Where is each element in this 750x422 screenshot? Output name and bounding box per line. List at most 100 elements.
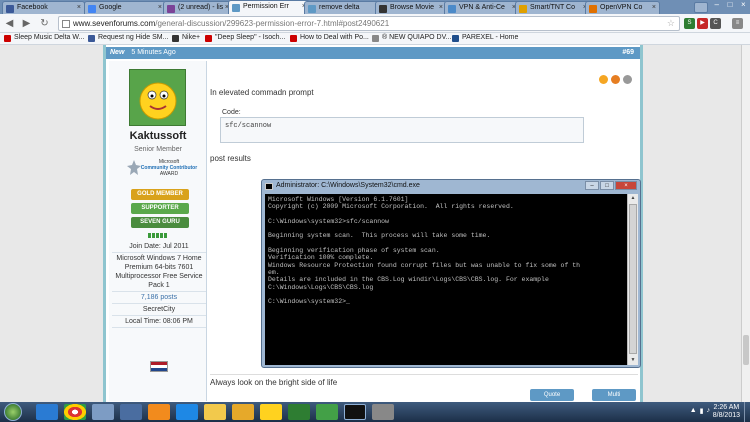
page-icon <box>62 20 70 28</box>
maximize-icon[interactable]: □ <box>600 181 614 190</box>
vlc-taskbar-icon[interactable] <box>148 404 170 420</box>
tab-facebook[interactable]: Facebook × <box>2 1 85 14</box>
back-icon[interactable]: ◀ <box>3 17 16 30</box>
cmd-icon <box>265 183 273 190</box>
network-icon[interactable]: ▮ <box>700 407 704 415</box>
bookmark-label: How to Deal with Po... <box>300 34 369 41</box>
tab-browse-movie[interactable]: Browse Movie × <box>375 1 447 14</box>
app-taskbar-icon[interactable] <box>92 404 114 420</box>
tray-arrow-icon[interactable]: ▲ <box>690 407 697 415</box>
bookmark-label: Request ng Hide SM... <box>98 34 169 41</box>
extension-icon[interactable]: S <box>684 18 695 29</box>
extension-icon[interactable]: ▶ <box>697 18 708 29</box>
url-path: /general-discussion/299623-permission-er… <box>155 19 390 28</box>
bookmark-label: "Deep Sleep" - Isoch... <box>215 34 286 41</box>
clock-time: 2:26 AM <box>713 404 740 411</box>
close-icon[interactable]: × <box>77 4 81 11</box>
app-taskbar-icon[interactable] <box>120 404 142 420</box>
close-icon[interactable]: × <box>158 4 162 11</box>
page-scrollbar[interactable] <box>741 45 750 402</box>
clock[interactable]: 2:26 AM 8/8/2013 <box>713 404 740 420</box>
bookmark-item[interactable]: "Deep Sleep" - Isoch... <box>205 34 286 42</box>
clock-date: 8/8/2013 <box>712 412 740 419</box>
scroll-down-icon[interactable]: ▼ <box>628 356 638 365</box>
tab-vpn[interactable]: VPN & Anti-Ce × <box>444 1 520 14</box>
reload-icon[interactable]: ↻ <box>38 17 51 30</box>
username[interactable]: Kaktussoft <box>109 130 207 142</box>
url-input[interactable]: www.sevenforums.com/general-discussion/2… <box>58 16 680 31</box>
bookmark-item[interactable]: Request ng Hide SM... <box>88 34 169 42</box>
cmd-taskbar-icon[interactable] <box>344 404 366 420</box>
cmd-title: Administrator: C:\Windows\System32\cmd.e… <box>276 182 420 189</box>
forward-icon[interactable]: ▶ <box>20 17 33 30</box>
parexel-icon <box>452 35 459 42</box>
post-actions <box>599 75 632 84</box>
bookmark-item[interactable]: PAREXEL - Home <box>452 34 518 42</box>
post-time: 5 Minutes Ago <box>131 49 176 56</box>
multi-quote-button[interactable]: Multi <box>592 389 636 401</box>
menu-icon[interactable]: ≡ <box>732 18 743 29</box>
show-desktop-button[interactable] <box>744 402 750 422</box>
supporter-badge: SUPPORTER <box>131 203 189 214</box>
chrome-taskbar-icon[interactable] <box>64 404 86 420</box>
tab-label: OpenVPN Co <box>600 4 643 11</box>
system-specs: Microsoft Windows 7 Home Premium 64-bits… <box>112 253 206 292</box>
scroll-thumb[interactable] <box>743 335 749 365</box>
scroll-up-icon[interactable]: ▲ <box>628 194 638 203</box>
minimize-icon[interactable]: – <box>585 181 599 190</box>
bookmark-label: ® NEW QUIAPO DV... <box>382 34 452 41</box>
bookmark-item[interactable]: Sleep Music Delta W... <box>4 34 84 42</box>
flag-icon[interactable] <box>611 75 620 84</box>
minimize-icon[interactable]: – <box>710 0 723 12</box>
app-taskbar-icon[interactable] <box>260 404 282 420</box>
url-host: www.sevenforums.com <box>73 19 156 28</box>
cmd-window-controls: – □ × <box>585 181 637 190</box>
tab-unread[interactable]: (2 unread) - lis × <box>163 1 233 14</box>
new-tab-button[interactable] <box>694 2 708 13</box>
start-button[interactable] <box>4 403 22 421</box>
quote-button[interactable]: Quote <box>530 389 574 401</box>
mail-icon <box>167 5 175 13</box>
page-icon <box>519 5 527 13</box>
posts-count-link[interactable]: 7,186 posts <box>112 292 206 304</box>
maximize-icon[interactable]: □ <box>723 0 736 12</box>
youtube-icon <box>205 35 212 42</box>
close-icon[interactable]: × <box>615 181 637 190</box>
bookmark-star-icon[interactable]: ☆ <box>667 18 675 29</box>
extension-icon[interactable]: C <box>710 18 721 29</box>
scroll-thumb[interactable] <box>629 204 637 354</box>
tab-remove-delta[interactable]: remove delta× <box>304 1 384 14</box>
explorer-taskbar-icon[interactable] <box>232 404 254 420</box>
folder-taskbar-icon[interactable] <box>204 404 226 420</box>
post-body: In elevated commadn prompt Code: sfc/sca… <box>208 61 641 401</box>
bookmark-item[interactable]: How to Deal with Po... <box>290 34 369 42</box>
close-icon[interactable]: × <box>439 4 443 11</box>
window-controls: – □ × <box>710 0 750 12</box>
app-taskbar-icon[interactable] <box>288 404 310 420</box>
app-taskbar-icon[interactable] <box>316 404 338 420</box>
openvpn-icon <box>589 5 597 13</box>
seven-guru-badge: SEVEN GURU <box>131 217 189 228</box>
tab-google[interactable]: Google × <box>84 1 166 14</box>
post-number[interactable]: #69 <box>622 49 634 56</box>
avatar[interactable] <box>129 69 186 126</box>
volume-icon[interactable]: ♪ <box>707 407 711 415</box>
cmd-screenshot-window: Administrator: C:\Windows\System32\cmd.e… <box>261 179 641 368</box>
cmd-scrollbar[interactable]: ▲ ▼ <box>627 194 638 365</box>
report-icon[interactable] <box>599 75 608 84</box>
info-icon[interactable] <box>623 75 632 84</box>
tab-permission-error[interactable]: Permission Err× <box>228 0 310 14</box>
close-icon[interactable]: × <box>652 4 656 11</box>
netherlands-flag-icon <box>150 361 168 372</box>
ie-taskbar-icon[interactable] <box>176 404 198 420</box>
taskbar: ▲ ▮ ♪ 2:26 AM 8/8/2013 <box>0 402 750 422</box>
ie-taskbar-icon[interactable] <box>36 404 58 420</box>
google-icon <box>88 5 96 13</box>
bookmark-item[interactable]: Nike+ <box>172 34 200 42</box>
close-window-icon[interactable]: × <box>737 0 750 12</box>
tab-openvpn[interactable]: OpenVPN Co × <box>585 1 660 14</box>
tab-smart-tnt[interactable]: Smart/TNT Co× <box>515 1 591 14</box>
bookmark-item[interactable]: ® NEW QUIAPO DV... <box>372 34 452 42</box>
user-title: Senior Member <box>134 146 182 153</box>
app-taskbar-icon[interactable] <box>372 404 394 420</box>
